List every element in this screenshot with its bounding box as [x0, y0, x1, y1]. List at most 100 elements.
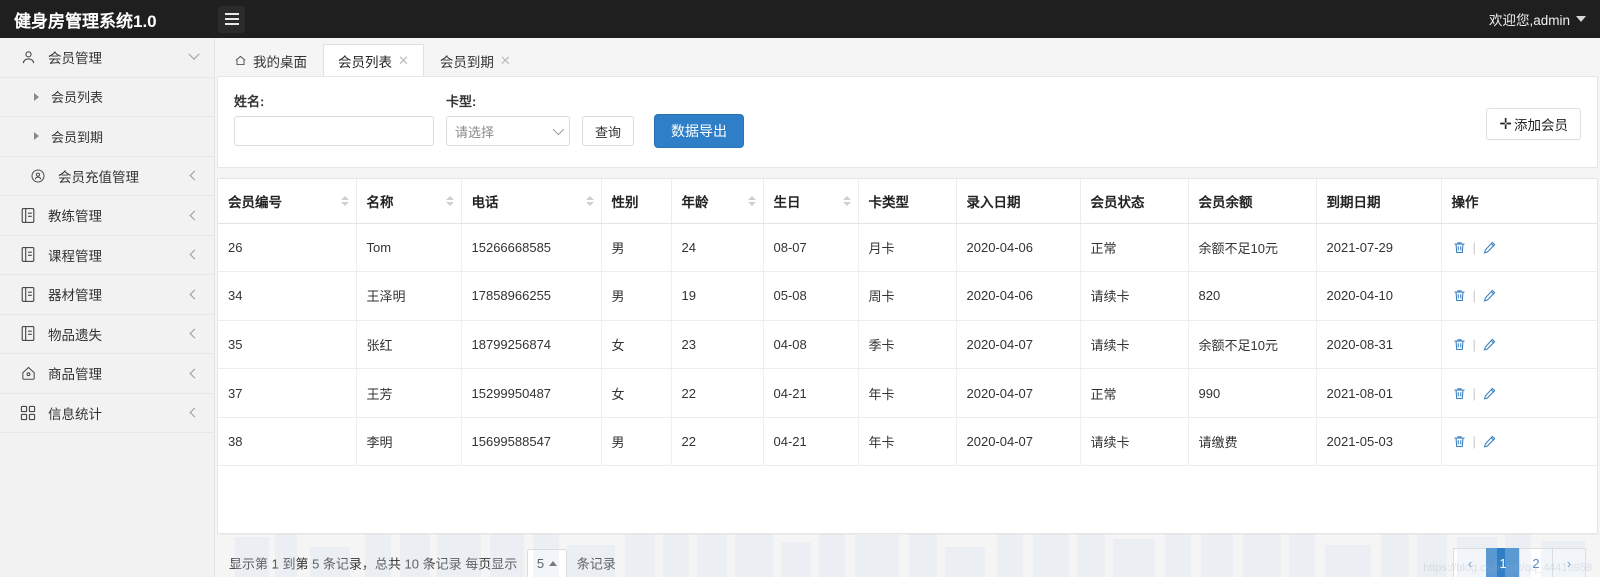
card-type-label: 卡型:	[446, 94, 477, 109]
sidebar-item-equipment-management[interactable]: 器材管理	[0, 275, 214, 315]
sidebar-item-member-recharge[interactable]: 会员充值管理	[0, 157, 214, 196]
pencil-icon[interactable]	[1482, 337, 1497, 352]
trash-icon[interactable]	[1452, 288, 1467, 303]
search-form: 姓名: 卡型: 请选择 查询 数据导出	[234, 91, 1581, 148]
sidebar-item-label: 课程管理	[48, 248, 102, 264]
chevron-down-icon	[188, 48, 200, 61]
chevron-left-icon	[189, 210, 200, 221]
cell-member-name: 张红	[356, 320, 462, 370]
add-member-button[interactable]: ✛ 添加会员	[1486, 108, 1581, 140]
page-2[interactable]: 2	[1519, 547, 1553, 577]
cell-member-balance: 990	[1188, 368, 1317, 418]
home-icon	[234, 54, 247, 67]
column-header-name[interactable]: 名称	[356, 179, 462, 224]
cell-member-status: 请续卡	[1080, 417, 1189, 467]
column-header-entry-date[interactable]: 录入日期	[956, 179, 1081, 224]
sort-icon[interactable]	[445, 195, 454, 206]
column-header-gender[interactable]: 性别	[601, 179, 672, 224]
sidebar-item-member-management[interactable]: 会员管理	[0, 38, 214, 78]
cell-operations: |	[1441, 320, 1597, 370]
trash-icon[interactable]	[1452, 386, 1467, 401]
cell-member-id: 37	[218, 368, 357, 418]
column-header-age[interactable]: 年龄	[671, 179, 764, 224]
cell-member-id: 35	[218, 320, 357, 370]
tab-my-desktop[interactable]: 我的桌面	[219, 44, 322, 76]
export-button[interactable]: 数据导出	[654, 114, 745, 148]
trash-icon[interactable]	[1452, 337, 1467, 352]
welcome-label: 欢迎您,admin	[1488, 13, 1570, 28]
prev-page[interactable]: ‹	[1453, 547, 1487, 577]
column-header-expiry-date[interactable]: 到期日期	[1316, 179, 1442, 224]
select-card-type[interactable]: 请选择	[446, 116, 570, 146]
cell-operations: |	[1441, 223, 1597, 273]
sort-icon[interactable]	[842, 195, 851, 206]
sort-icon[interactable]	[747, 195, 756, 206]
close-icon[interactable]: ✕	[500, 54, 511, 67]
cell-member-gender: 女	[601, 320, 672, 370]
cell-member-balance: 余额不足10元	[1188, 223, 1317, 273]
trash-icon[interactable]	[1452, 240, 1467, 255]
cell-member-birthday: 04-21	[763, 368, 859, 418]
tag-icon	[18, 363, 38, 383]
column-label: 电话	[471, 194, 499, 210]
hamburger-icon[interactable]	[218, 5, 245, 33]
pencil-icon[interactable]	[1482, 288, 1497, 303]
cell-member-name: 王芳	[356, 368, 462, 418]
page-1[interactable]: 1	[1486, 547, 1520, 577]
app-title: 健身房管理系统1.0	[14, 11, 157, 31]
page-size-selector[interactable]: 5	[526, 548, 568, 577]
cell-member-gender: 男	[601, 271, 672, 321]
sidebar-item-member-list[interactable]: 会员列表	[0, 78, 214, 117]
chevron-down-icon	[1576, 16, 1586, 22]
sidebar-item-coach-management[interactable]: 教练管理	[0, 196, 214, 236]
table-row: 35 张红 18799256874 女 23 04-08 季卡 2020-04-07 请续卡 余额…	[218, 320, 1597, 370]
tab-member-list[interactable]: 会员列表 ✕	[323, 44, 424, 76]
column-header-birthday[interactable]: 生日	[763, 179, 859, 224]
query-button[interactable]: 查询	[582, 116, 635, 146]
sidebar-item-lost-items[interactable]: 物品遗失	[0, 315, 214, 354]
pencil-icon[interactable]	[1482, 240, 1497, 255]
select-card-type-value: 请选择	[455, 124, 495, 140]
cell-member-birthday: 08-07	[763, 223, 859, 273]
next-page[interactable]: ›	[1552, 547, 1586, 577]
column-label: 录入日期	[966, 194, 1021, 210]
column-header-card-type[interactable]: 卡类型	[858, 179, 957, 224]
column-header-status[interactable]: 会员状态	[1080, 179, 1189, 224]
column-label: 操作	[1451, 194, 1479, 210]
member-table: 会员编号 名称 电话 性别 年龄 生日 卡类型 录入日期 会员状态 会员余额 到…	[218, 179, 1597, 467]
user-icon	[18, 47, 38, 67]
column-label: 年龄	[681, 194, 709, 210]
cell-member-age: 22	[671, 417, 764, 467]
chevron-left-icon	[189, 328, 200, 339]
pencil-icon[interactable]	[1482, 434, 1497, 449]
column-header-member-id[interactable]: 会员编号	[218, 179, 357, 224]
top-bar: 健身房管理系统1.0 欢迎您,admin	[0, 0, 1600, 38]
trash-icon[interactable]	[1452, 434, 1467, 449]
sidebar-item-product-management[interactable]: 商品管理	[0, 354, 214, 394]
row-actions: |	[1452, 240, 1588, 255]
close-icon[interactable]: ✕	[398, 54, 409, 67]
search-input-name[interactable]	[234, 116, 434, 146]
cell-member-expiry-date: 2020-08-31	[1316, 320, 1442, 370]
record-info-suffix: 条记录	[576, 556, 616, 571]
sort-icon[interactable]	[585, 195, 594, 206]
action-divider: |	[1472, 385, 1476, 401]
sort-icon[interactable]	[340, 195, 349, 206]
user-menu[interactable]: 欢迎您,admin	[1489, 9, 1600, 29]
pencil-icon[interactable]	[1482, 386, 1497, 401]
chevron-left-icon	[189, 289, 200, 300]
tab-member-expiry[interactable]: 会员到期 ✕	[424, 44, 526, 76]
column-header-balance[interactable]: 会员余额	[1188, 179, 1317, 224]
cell-member-balance: 请缴费	[1188, 417, 1317, 467]
sidebar-item-statistics[interactable]: 信息统计	[0, 394, 214, 433]
cell-member-age: 23	[671, 320, 764, 370]
cell-member-phone: 18799256874	[461, 320, 602, 370]
file-icon	[18, 324, 38, 344]
column-header-phone[interactable]: 电话	[461, 179, 602, 224]
sidebar-item-course-management[interactable]: 课程管理	[0, 236, 214, 275]
cell-member-status: 请续卡	[1080, 320, 1189, 370]
cell-member-expiry-date: 2021-07-29	[1316, 223, 1442, 273]
column-header-operations: 操作	[1441, 179, 1597, 224]
sidebar-item-member-expiry[interactable]: 会员到期	[0, 117, 214, 157]
cell-member-entry-date: 2020-04-07	[956, 320, 1081, 370]
